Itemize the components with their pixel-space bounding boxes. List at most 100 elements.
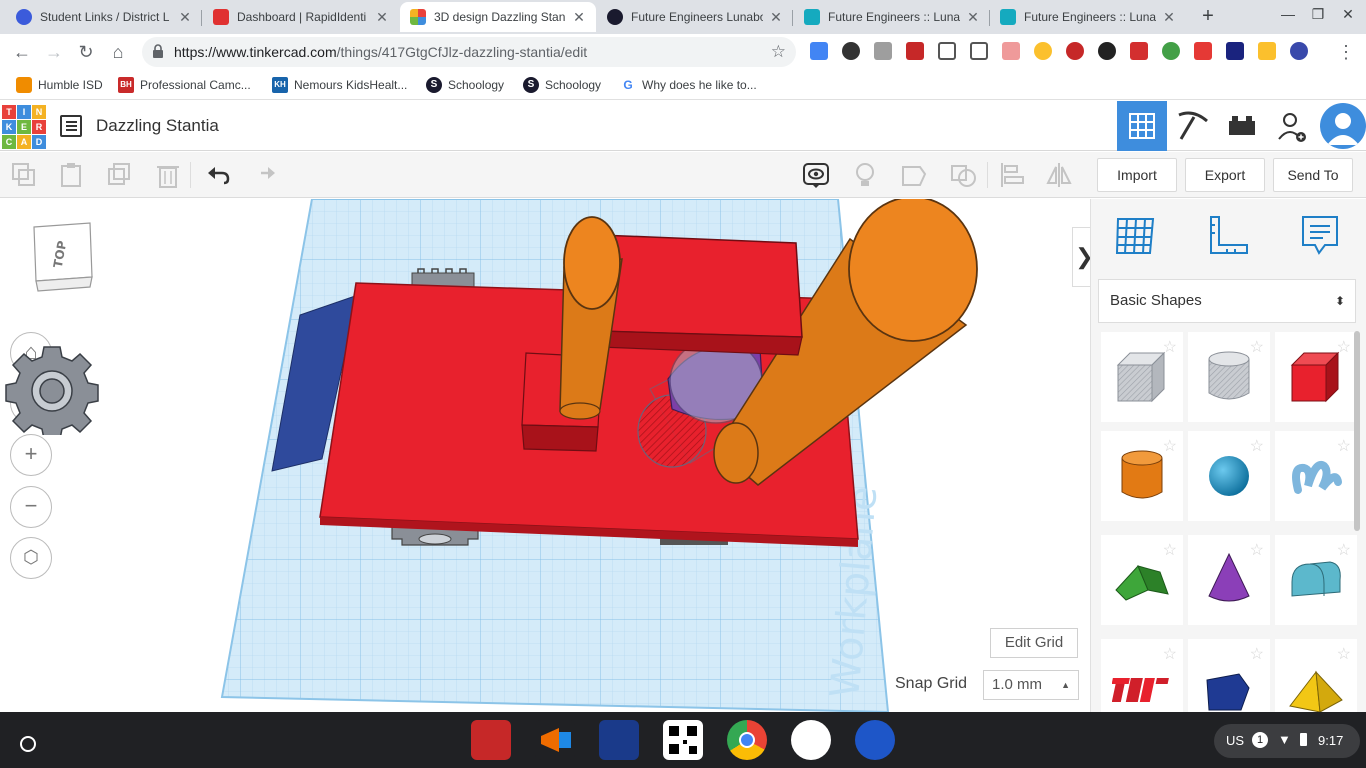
- design-title[interactable]: Dazzling Stantia: [96, 116, 219, 136]
- zoom-in-button[interactable]: +: [10, 434, 52, 476]
- extension-icon[interactable]: [1034, 42, 1052, 60]
- extension-icon[interactable]: [1226, 42, 1244, 60]
- blocks-view-button[interactable]: [1167, 101, 1217, 151]
- duplicate-icon[interactable]: [106, 161, 134, 189]
- megaphone-extension-icon[interactable]: [1194, 42, 1212, 60]
- new-tab-button[interactable]: +: [1196, 5, 1220, 29]
- bookmark-item[interactable]: KH Nemours KidsHealt...: [272, 76, 407, 94]
- qr-code-app-icon[interactable]: [663, 720, 703, 760]
- shape-tile-text[interactable]: ☆: [1101, 639, 1183, 712]
- status-tray[interactable]: US 1 ▼ 9:17: [1214, 724, 1360, 758]
- close-tab-icon[interactable]: ✕: [178, 9, 192, 26]
- shape-tile-polygon[interactable]: ☆: [1188, 639, 1270, 712]
- megaphone-app-icon[interactable]: [535, 720, 575, 760]
- redo-icon[interactable]: [251, 161, 279, 189]
- shape-category-select[interactable]: Basic Shapes ⬍: [1098, 279, 1356, 323]
- extension-icon[interactable]: [842, 42, 860, 60]
- shape-tile-scribble[interactable]: ☆: [1275, 431, 1357, 521]
- browser-tab[interactable]: Student Links / District L ✕: [6, 2, 202, 32]
- shape-tile-sphere[interactable]: ☆: [1188, 431, 1270, 521]
- show-all-icon[interactable]: [802, 161, 830, 189]
- shape-tile-cylinder-hole[interactable]: ☆: [1188, 332, 1270, 422]
- close-tab-icon[interactable]: ✕: [1162, 9, 1176, 26]
- shield-extension-icon[interactable]: [938, 42, 956, 60]
- edit-grid-button[interactable]: Edit Grid: [990, 628, 1078, 658]
- snap-grid-select[interactable]: 1.0 mm ▲: [983, 670, 1079, 700]
- export-button[interactable]: Export: [1185, 158, 1265, 192]
- raised-red-box[interactable]: [597, 234, 803, 338]
- copy-icon[interactable]: [10, 161, 38, 189]
- paste-icon[interactable]: [57, 161, 85, 189]
- undo-icon[interactable]: [204, 161, 232, 189]
- mirror-icon[interactable]: [1045, 161, 1073, 189]
- bookmark-star-icon[interactable]: ☆: [771, 42, 786, 62]
- 3d-workspace[interactable]: Workplane TOP ⌂ + − ⬡ Edit Grid Snap Gri…: [0, 199, 1090, 712]
- shape-tile-pyramid[interactable]: ☆: [1275, 639, 1357, 712]
- launcher-icon[interactable]: [20, 736, 36, 752]
- maximize-icon[interactable]: ❐: [1308, 6, 1328, 23]
- reload-icon[interactable]: ↻: [74, 40, 98, 64]
- shape-tile-box-hole[interactable]: ☆: [1101, 332, 1183, 422]
- target-app-icon[interactable]: [855, 720, 895, 760]
- address-bar[interactable]: https://www.tinkercad.com/things/417GtgC…: [142, 37, 796, 67]
- extension-icon[interactable]: [1258, 42, 1276, 60]
- extension-icon[interactable]: [1162, 42, 1180, 60]
- tinkercad-logo[interactable]: T I N K E R C A D: [2, 105, 46, 149]
- bricks-view-button[interactable]: [1217, 101, 1267, 151]
- send-to-button[interactable]: Send To: [1273, 158, 1353, 192]
- forward-icon[interactable]: →: [42, 40, 66, 64]
- bookmark-item[interactable]: S Schoology: [523, 76, 601, 94]
- extension-icon[interactable]: [874, 42, 892, 60]
- notes-tool-icon[interactable]: [1297, 213, 1343, 259]
- delete-icon[interactable]: [154, 161, 182, 189]
- import-button[interactable]: Import: [1097, 158, 1177, 192]
- invite-user-button[interactable]: [1267, 101, 1317, 151]
- home-icon[interactable]: ⌂: [106, 40, 130, 64]
- view-cube[interactable]: TOP: [28, 221, 96, 293]
- workplane-tool-icon[interactable]: [1113, 213, 1159, 259]
- close-tab-icon[interactable]: ✕: [375, 9, 389, 26]
- chrome-app-icon[interactable]: [727, 720, 767, 760]
- browser-tab[interactable]: Future Engineers :: Luna ✕: [794, 2, 990, 32]
- browser-tab-active[interactable]: 3D design Dazzling Stan ✕: [400, 2, 596, 32]
- workplane-scene[interactable]: Workplane: [0, 199, 1090, 712]
- minimize-icon[interactable]: —: [1278, 6, 1298, 22]
- more-menu-icon[interactable]: ⋮: [1334, 40, 1358, 64]
- shield-extension-icon[interactable]: [970, 42, 988, 60]
- shelf-app-icon[interactable]: [599, 720, 639, 760]
- perspective-toggle-button[interactable]: ⬡: [10, 537, 52, 579]
- browser-tab[interactable]: Future Engineers Lunabo ✕: [597, 2, 793, 32]
- shape-tile-round-roof[interactable]: ☆: [1275, 535, 1357, 625]
- shape-tile-cone[interactable]: ☆: [1188, 535, 1270, 625]
- browser-tab[interactable]: Dashboard | RapidIdenti ✕: [203, 2, 399, 32]
- shape-tile-cylinder[interactable]: ☆: [1101, 431, 1183, 521]
- shapes-panel-scrollbar[interactable]: [1354, 331, 1360, 531]
- bookmark-item[interactable]: BH Professional Camc...: [118, 76, 251, 94]
- translate-extension-icon[interactable]: [810, 42, 828, 60]
- design-list-icon[interactable]: [60, 115, 82, 137]
- zoom-out-button[interactable]: −: [10, 486, 52, 528]
- shelf-app-icon[interactable]: [471, 720, 511, 760]
- close-tab-icon[interactable]: ✕: [966, 9, 980, 26]
- align-icon[interactable]: [998, 161, 1026, 189]
- ruler-tool-icon[interactable]: [1203, 213, 1249, 259]
- light-bulb-icon[interactable]: [851, 161, 879, 189]
- shape-tile-roof[interactable]: ☆: [1101, 535, 1183, 625]
- ungroup-icon[interactable]: [949, 161, 977, 189]
- extension-icon[interactable]: [1130, 42, 1148, 60]
- extension-icon[interactable]: [1098, 42, 1116, 60]
- profile-k-icon[interactable]: [1290, 42, 1308, 60]
- bookmark-item[interactable]: S Schoology: [426, 76, 504, 94]
- back-icon[interactable]: ←: [10, 40, 34, 64]
- close-tab-icon[interactable]: ✕: [572, 9, 586, 26]
- gear-shape[interactable]: [0, 345, 108, 435]
- close-tab-icon[interactable]: ✕: [769, 9, 783, 26]
- group-icon[interactable]: [900, 161, 928, 189]
- shape-tile-box[interactable]: ☆: [1275, 332, 1357, 422]
- 3d-design-view-button[interactable]: [1117, 101, 1167, 151]
- extension-icon[interactable]: [1066, 42, 1084, 60]
- extension-icon[interactable]: [1002, 42, 1020, 60]
- bookmark-item[interactable]: Humble ISD: [16, 76, 103, 94]
- browser-tab[interactable]: Future Engineers :: Luna ✕: [990, 2, 1186, 32]
- close-window-icon[interactable]: ✕: [1338, 6, 1358, 23]
